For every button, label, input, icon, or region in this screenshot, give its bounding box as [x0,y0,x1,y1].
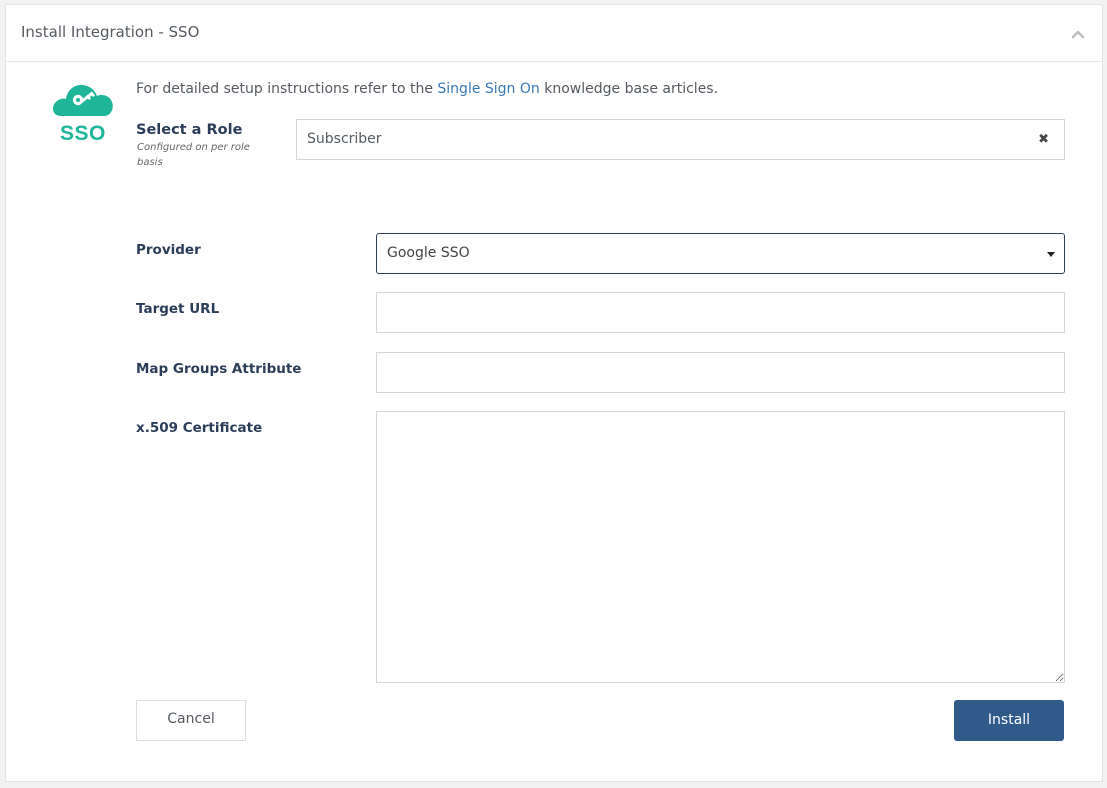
close-icon[interactable]: ✖ [1038,132,1049,147]
map-groups-label: Map Groups Attribute [136,361,302,377]
provider-select-value: Google SSO [387,245,470,261]
single-sign-on-link[interactable]: Single Sign On [437,81,539,97]
cancel-button[interactable]: Cancel [136,700,246,741]
role-select-value: Subscriber [307,131,382,147]
logo-text: SSO [60,122,106,145]
select-role-sublabel: Configured on per role basis [137,142,250,168]
role-select[interactable]: Subscriber ✖ [296,119,1065,160]
install-integration-panel: Install Integration - SSO SSO For detail… [5,4,1103,782]
provider-label: Provider [136,242,201,258]
map-groups-input[interactable] [376,352,1065,393]
target-url-label: Target URL [136,301,220,317]
provider-select[interactable]: Google SSO [376,233,1065,274]
panel-title: Install Integration - SSO [21,23,200,41]
caret-down-icon [1047,252,1055,257]
panel-header: Install Integration - SSO [6,5,1102,62]
intro-prefix: For detailed setup instructions refer to… [136,81,438,97]
sso-logo: SSO [49,78,119,145]
chevron-up-icon[interactable] [1070,26,1086,40]
intro-suffix: knowledge base articles. [539,81,719,97]
target-url-input[interactable] [376,292,1065,333]
certificate-label: x.509 Certificate [136,420,263,436]
select-role-label: Select a Role [136,122,243,138]
certificate-textarea[interactable] [376,411,1065,683]
install-button[interactable]: Install [954,700,1064,741]
intro-text: For detailed setup instructions refer to… [136,81,718,97]
